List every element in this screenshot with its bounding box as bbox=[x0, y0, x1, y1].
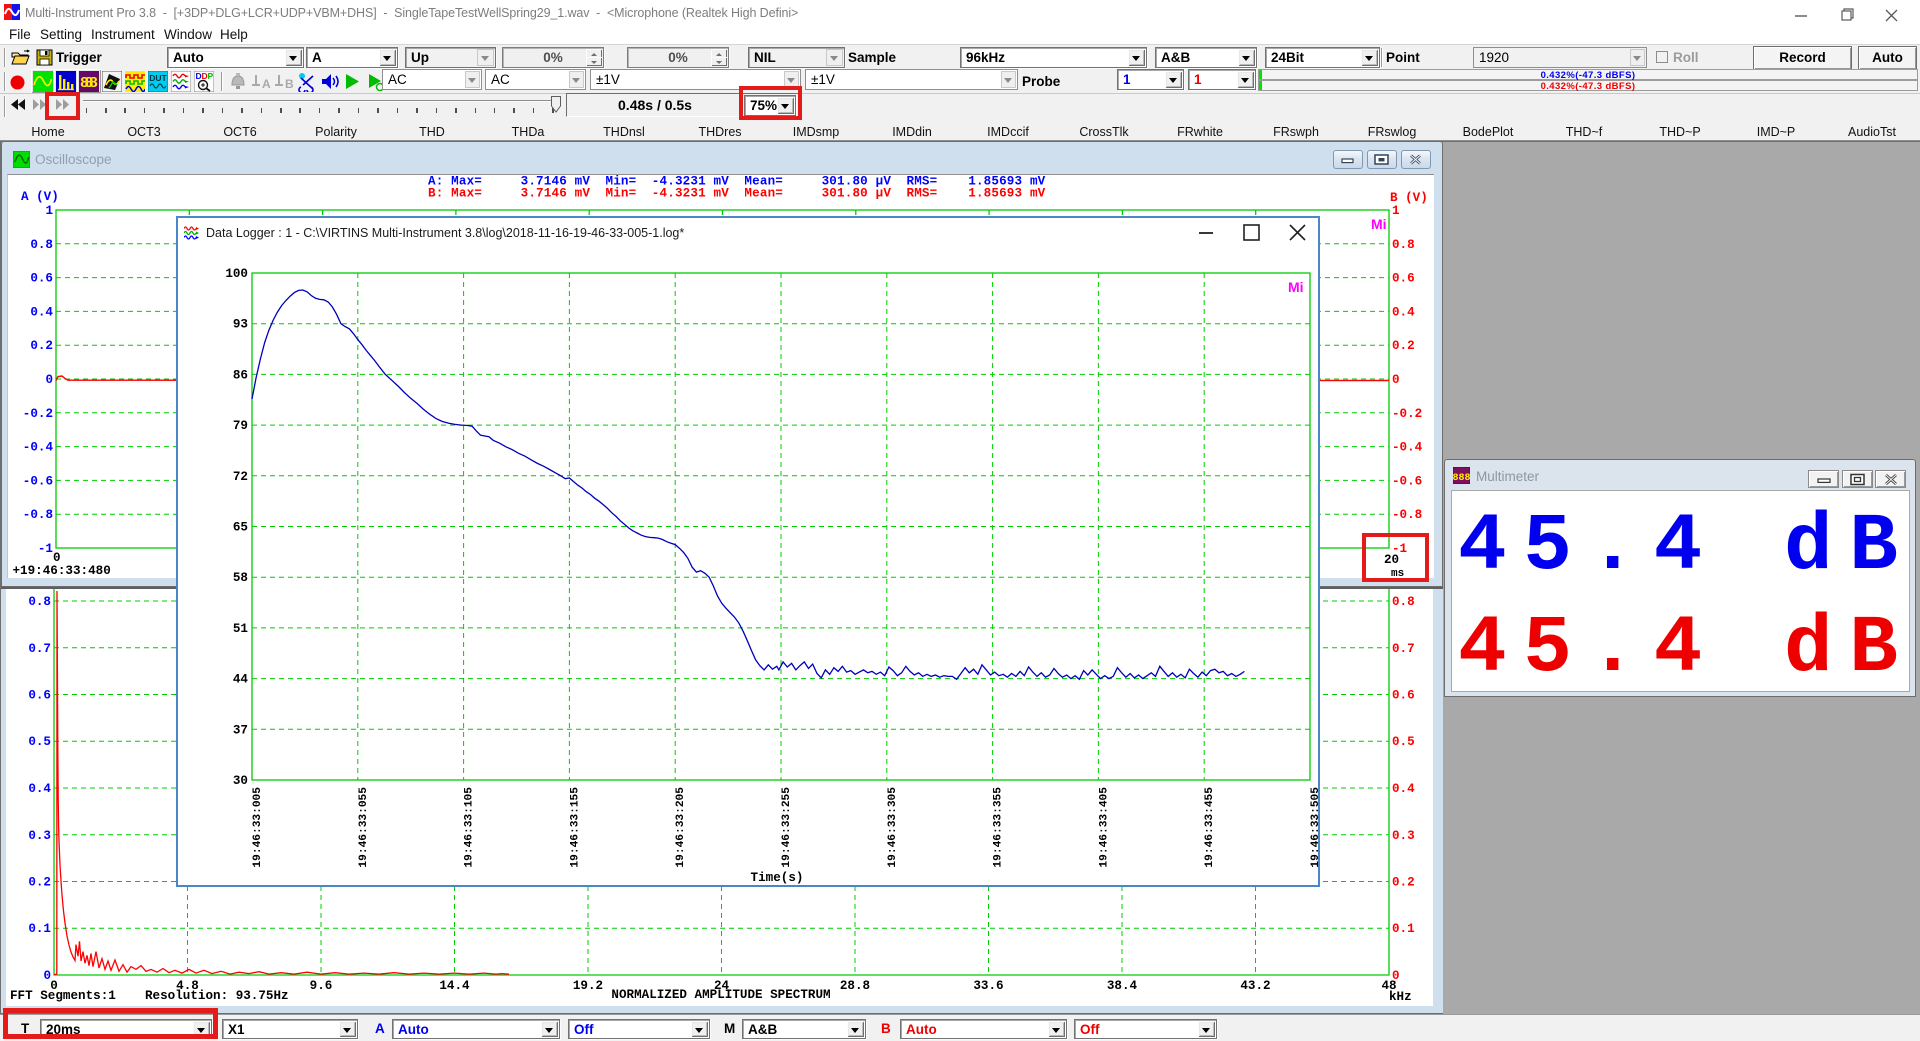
svg-text:1: 1 bbox=[45, 204, 53, 218]
svg-text:19:46:33:455: 19:46:33:455 bbox=[1204, 787, 1216, 868]
svg-text:0.3: 0.3 bbox=[28, 829, 51, 843]
svg-text:9.6: 9.6 bbox=[310, 979, 333, 993]
svg-text:1: 1 bbox=[1392, 204, 1400, 218]
svg-text:0.2: 0.2 bbox=[1392, 876, 1415, 890]
svg-text:0.8: 0.8 bbox=[28, 595, 51, 609]
svg-text:0.7: 0.7 bbox=[28, 642, 51, 656]
svg-text:28.8: 28.8 bbox=[840, 979, 870, 993]
svg-text:0: 0 bbox=[1392, 373, 1400, 387]
svg-text:Mi: Mi bbox=[1288, 279, 1304, 295]
svg-text:888: 888 bbox=[1453, 473, 1470, 484]
svg-text:19.2: 19.2 bbox=[573, 979, 603, 993]
svg-text:-0.6: -0.6 bbox=[1392, 474, 1422, 488]
svg-text:0.4: 0.4 bbox=[1392, 305, 1415, 319]
svg-text:19:46:33:405: 19:46:33:405 bbox=[1098, 787, 1110, 868]
svg-text:19:46:33:305: 19:46:33:305 bbox=[887, 787, 899, 868]
svg-text:-0.6: -0.6 bbox=[23, 474, 53, 488]
svg-text:Mi: Mi bbox=[1371, 216, 1387, 232]
svg-text:0.6: 0.6 bbox=[30, 272, 53, 286]
svg-text:-0.2: -0.2 bbox=[23, 407, 53, 421]
svg-text:65: 65 bbox=[233, 521, 248, 535]
svg-text:0.2: 0.2 bbox=[30, 339, 53, 353]
svg-text:-0.8: -0.8 bbox=[23, 508, 53, 522]
svg-text:-0.4: -0.4 bbox=[1392, 441, 1423, 455]
svg-text:93: 93 bbox=[233, 318, 248, 332]
svg-text:0.5: 0.5 bbox=[28, 735, 51, 749]
svg-text:-0.2: -0.2 bbox=[1392, 407, 1422, 421]
svg-text:B: Max= 3.7146 mV Min= -: B: Max= 3.7146 mV Min= -4.3231 mV Mean= … bbox=[428, 187, 1046, 201]
svg-text:0.5: 0.5 bbox=[1392, 735, 1415, 749]
svg-text:0.6: 0.6 bbox=[1392, 689, 1415, 703]
svg-text:0: 0 bbox=[53, 551, 61, 565]
svg-text:14.4: 14.4 bbox=[439, 979, 470, 993]
svg-text:0.8: 0.8 bbox=[30, 238, 53, 252]
svg-text:0.2: 0.2 bbox=[28, 876, 51, 890]
svg-text:0.4: 0.4 bbox=[1392, 782, 1415, 796]
svg-text:19:46:33:255: 19:46:33:255 bbox=[781, 787, 793, 868]
svg-text:A (V): A (V) bbox=[21, 190, 59, 204]
svg-text:72: 72 bbox=[233, 470, 248, 484]
svg-text:19:46:33:355: 19:46:33:355 bbox=[993, 787, 1005, 868]
svg-text:-1: -1 bbox=[38, 542, 54, 556]
svg-text:-0.4: -0.4 bbox=[23, 441, 54, 455]
svg-text:30: 30 bbox=[233, 774, 248, 788]
svg-text:Time(s): Time(s) bbox=[751, 871, 804, 885]
svg-text:NORMALIZED AMPLITUDE SPECTRUM: NORMALIZED AMPLITUDE SPECTRUM bbox=[611, 988, 830, 1002]
svg-text:-0.8: -0.8 bbox=[1392, 508, 1422, 522]
svg-text:44: 44 bbox=[233, 673, 249, 687]
svg-text:0.7: 0.7 bbox=[1392, 642, 1415, 656]
svg-text:37: 37 bbox=[233, 723, 248, 737]
svg-text:P: P bbox=[208, 71, 214, 81]
svg-text:19:46:33:205: 19:46:33:205 bbox=[675, 787, 687, 868]
svg-text:+19:46:33:480: +19:46:33:480 bbox=[13, 564, 111, 578]
svg-text:888: 888 bbox=[80, 75, 98, 92]
svg-text:0.4: 0.4 bbox=[30, 305, 53, 319]
svg-text:19:46:33:005: 19:46:33:005 bbox=[252, 787, 264, 868]
svg-text:100: 100 bbox=[225, 267, 248, 281]
svg-text:0: 0 bbox=[45, 373, 53, 387]
svg-text:0.1: 0.1 bbox=[1392, 922, 1415, 936]
svg-text:0.6: 0.6 bbox=[28, 689, 51, 703]
svg-text:0.6: 0.6 bbox=[1392, 272, 1415, 286]
svg-text:33.6: 33.6 bbox=[973, 979, 1003, 993]
svg-text:0.3: 0.3 bbox=[1392, 829, 1415, 843]
svg-text:FFT Segments:1: FFT Segments:1 bbox=[10, 989, 116, 1003]
svg-text:51: 51 bbox=[233, 622, 249, 636]
svg-text:79: 79 bbox=[233, 419, 248, 433]
svg-text:0.2: 0.2 bbox=[1392, 339, 1415, 353]
svg-text:kHz: kHz bbox=[1389, 990, 1412, 1004]
svg-text:19:46:33:105: 19:46:33:105 bbox=[464, 787, 476, 868]
svg-text:0.8: 0.8 bbox=[1392, 595, 1415, 609]
svg-text:0.1: 0.1 bbox=[28, 922, 51, 936]
svg-text:A: A bbox=[262, 77, 271, 91]
svg-text:19:46:33:505: 19:46:33:505 bbox=[1310, 787, 1318, 868]
svg-text:B: B bbox=[285, 77, 294, 91]
svg-text:38.4: 38.4 bbox=[1107, 979, 1138, 993]
svg-text:19:46:33:055: 19:46:33:055 bbox=[358, 787, 370, 868]
svg-text:Resolution: 93.75Hz: Resolution: 93.75Hz bbox=[145, 989, 289, 1003]
svg-text:0.4: 0.4 bbox=[28, 782, 51, 796]
svg-text:43.2: 43.2 bbox=[1240, 979, 1270, 993]
svg-text:0.8: 0.8 bbox=[1392, 238, 1415, 252]
svg-text:B (V): B (V) bbox=[1390, 191, 1428, 205]
svg-text:19:46:33:155: 19:46:33:155 bbox=[569, 787, 581, 868]
svg-text:DUT: DUT bbox=[149, 73, 167, 83]
svg-text:58: 58 bbox=[233, 571, 248, 585]
svg-text:86: 86 bbox=[233, 368, 248, 382]
